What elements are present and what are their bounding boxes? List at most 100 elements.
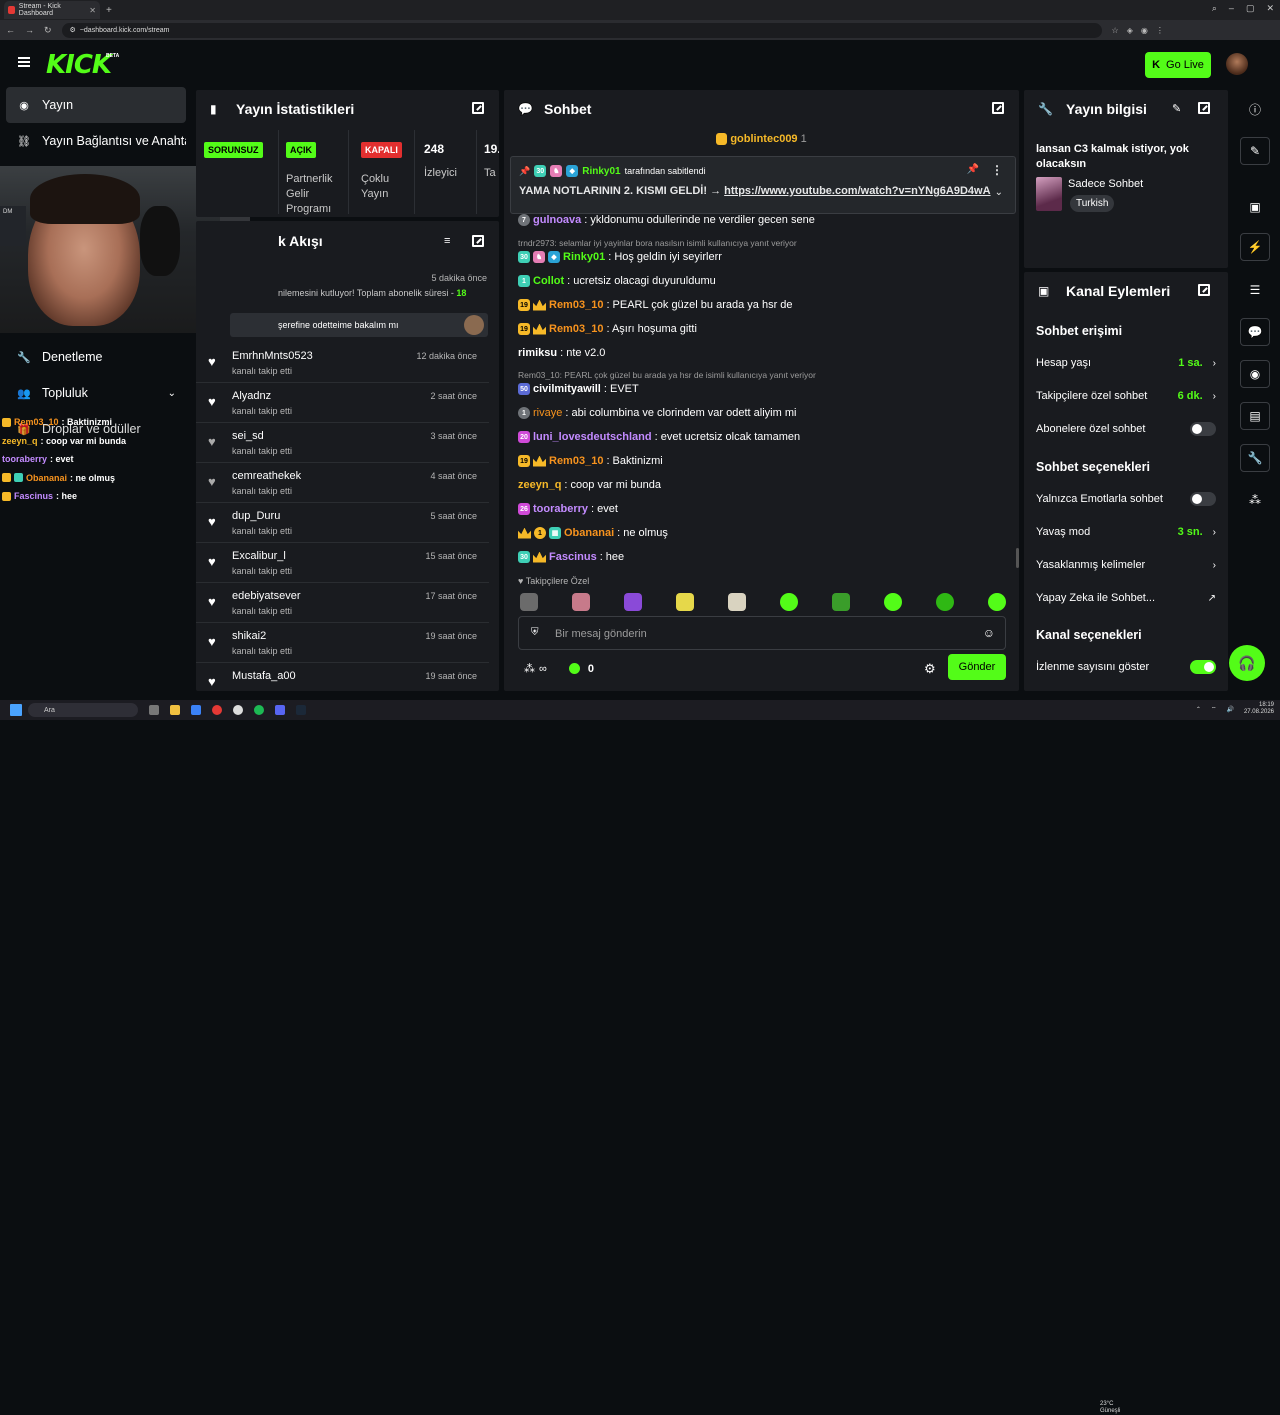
address-bar[interactable]: ⚙ ~dashboard.kick.com/stream <box>61 22 1102 38</box>
chat-scrollbar[interactable] <box>1016 548 1019 568</box>
users-icon[interactable]: ⁂ <box>524 662 535 675</box>
emote-icon[interactable] <box>832 593 850 611</box>
play-circle-icon[interactable]: ◉ <box>1240 360 1270 388</box>
emote-icon[interactable] <box>520 593 538 611</box>
file-explorer-icon[interactable] <box>170 705 180 715</box>
category-name[interactable]: Sadece Sohbet <box>1068 178 1143 190</box>
kick-logo[interactable]: KICK <box>46 50 112 80</box>
store-icon[interactable] <box>191 705 201 715</box>
weather-widget[interactable]: 23°C Güneşli <box>1100 1401 1120 1415</box>
help-chat-button[interactable]: 🎧 <box>1229 645 1265 681</box>
chat-user[interactable]: Rinky01 <box>563 251 605 263</box>
emote-icon[interactable] <box>988 593 1006 611</box>
feed-user[interactable]: edebiyatsever <box>232 590 301 602</box>
feed-user[interactable]: EmrhnMnts0523 <box>232 350 313 362</box>
chat-user[interactable]: gulnoava <box>533 214 581 226</box>
slow-mode-row[interactable]: Yavaş mod 3 sn. › <box>1036 523 1216 541</box>
top-gifter-user[interactable]: goblintec009 <box>730 133 797 145</box>
minimize-icon[interactable]: – <box>1229 3 1234 14</box>
profile-icon[interactable]: ◉ <box>1141 26 1148 35</box>
edit-icon[interactable]: ✎ <box>1172 102 1181 115</box>
chat-user[interactable]: Obananai <box>564 527 614 539</box>
gear-icon[interactable]: ⚙ <box>924 661 936 677</box>
more-options-icon[interactable]: ⋮ <box>991 163 1003 177</box>
back-icon[interactable]: ← <box>6 25 15 35</box>
sidebar-item-community[interactable]: 👥 Topluluk ⌄ <box>6 375 186 411</box>
obs-icon[interactable] <box>233 705 243 715</box>
hamburger-menu-icon[interactable] <box>18 57 30 67</box>
spotify-icon[interactable] <box>254 705 264 715</box>
forward-icon[interactable]: → <box>25 25 34 35</box>
account-age-row[interactable]: Hesap yaşı 1 sa. › <box>1036 354 1216 372</box>
site-info-icon[interactable]: ⚙ <box>70 26 76 34</box>
chat-user[interactable]: zeeyn_q <box>518 479 561 491</box>
steam-icon[interactable] <box>296 705 306 715</box>
chat-user[interactable]: Rem03_10 <box>549 299 603 311</box>
filter-icon[interactable]: ≡ <box>444 235 450 247</box>
chat-icon[interactable]: 💬 <box>1240 318 1270 346</box>
emote-icon[interactable] <box>728 593 746 611</box>
chat-user[interactable]: Collot <box>533 275 564 287</box>
feed-user[interactable]: Excalibur_l <box>232 550 286 562</box>
close-tab-icon[interactable]: ✕ <box>89 6 96 15</box>
chat-user[interactable]: Rem03_10 <box>549 455 603 467</box>
user-avatar[interactable] <box>1226 53 1248 75</box>
network-icon[interactable]: ⌔ <box>1211 705 1217 713</box>
ai-chat-row[interactable]: Yapay Zeka ile Sohbet... ↗ <box>1036 589 1216 607</box>
feed-user[interactable]: shikai2 <box>232 630 266 642</box>
expand-icon[interactable] <box>472 235 484 247</box>
bookmark-icon[interactable]: ☆ <box>1112 26 1119 35</box>
unpin-icon[interactable]: 📌 <box>967 164 979 175</box>
category-thumbnail[interactable] <box>1036 177 1062 211</box>
emote-icon[interactable] <box>936 593 954 611</box>
emoji-icon[interactable]: ☺ <box>983 626 995 640</box>
pinned-by-user[interactable]: Rinky01 <box>582 166 620 177</box>
chat-user[interactable]: rimiksu <box>518 347 557 359</box>
chat-user[interactable]: luni_lovesdeutschland <box>533 431 652 443</box>
opera-icon[interactable] <box>212 705 222 715</box>
extensions-icon[interactable]: ◈ <box>1127 26 1133 35</box>
lightning-icon[interactable]: ⚡ <box>1240 233 1270 261</box>
emote-only-toggle[interactable] <box>1190 492 1216 506</box>
expand-icon[interactable] <box>472 102 484 114</box>
chat-user[interactable]: Fascinus <box>549 551 597 563</box>
chat-user[interactable]: rivaye <box>533 407 562 419</box>
expand-icon[interactable] <box>1198 102 1210 114</box>
emote-icon[interactable] <box>624 593 642 611</box>
show-viewers-toggle[interactable] <box>1190 660 1216 674</box>
browser-tab[interactable]: Stream - Kick Dashboard ✕ <box>4 1 100 19</box>
tray-chevron-icon[interactable]: ⌃ <box>1196 706 1201 713</box>
go-live-button[interactable]: K Go Live <box>1145 52 1211 78</box>
task-view-icon[interactable] <box>149 705 159 715</box>
banned-words-row[interactable]: Yasaklanmış kelimeler › <box>1036 556 1216 574</box>
emote-icon[interactable] <box>780 593 798 611</box>
layout-icon[interactable]: ▤ <box>1240 402 1270 430</box>
pinned-link[interactable]: https://www.youtube.com/watch?v=nYNg6A9D… <box>724 185 990 197</box>
subs-only-toggle[interactable] <box>1190 422 1216 436</box>
discord-icon[interactable] <box>275 705 285 715</box>
sidebar-item-stream[interactable]: ◉ Yayın <box>6 87 186 123</box>
feed-user[interactable]: sei_sd <box>232 430 264 442</box>
edit-stream-icon[interactable]: ✎ <box>1240 137 1270 165</box>
chat-user[interactable]: tooraberry <box>533 503 588 515</box>
emote-icon[interactable] <box>572 593 590 611</box>
feed-user[interactable]: cemreathekek <box>232 470 301 482</box>
expand-icon[interactable] <box>1198 284 1210 296</box>
new-tab-icon[interactable]: + <box>106 5 112 16</box>
menu-icon[interactable]: ⋮ <box>1156 26 1164 35</box>
chevron-down-icon[interactable]: ⌄ <box>995 187 1003 198</box>
emote-icon[interactable] <box>884 593 902 611</box>
chat-user[interactable]: civilmityawill <box>533 383 601 395</box>
windows-start-icon[interactable] <box>10 704 22 716</box>
maximize-icon[interactable]: ▢ <box>1246 3 1255 14</box>
close-window-icon[interactable]: ✕ <box>1266 3 1274 14</box>
emote-icon[interactable] <box>676 593 694 611</box>
feed-user[interactable]: Alyadnz <box>232 390 271 402</box>
followers-only-row[interactable]: Takipçilere özel sohbet 6 dk. › <box>1036 387 1216 405</box>
media-icon[interactable]: ▣ <box>1240 193 1270 221</box>
taskbar-search[interactable]: Ara <box>28 703 138 717</box>
feed-user[interactable]: Mustafa_a00 <box>232 670 296 682</box>
sidebar-item-stream-key[interactable]: ⛓ Yayın Bağlantısı ve Anahtarı <box>6 123 186 159</box>
feed-user[interactable]: dup_Duru <box>232 510 280 522</box>
sidebar-item-moderation[interactable]: 🔧 Denetleme <box>6 339 186 375</box>
